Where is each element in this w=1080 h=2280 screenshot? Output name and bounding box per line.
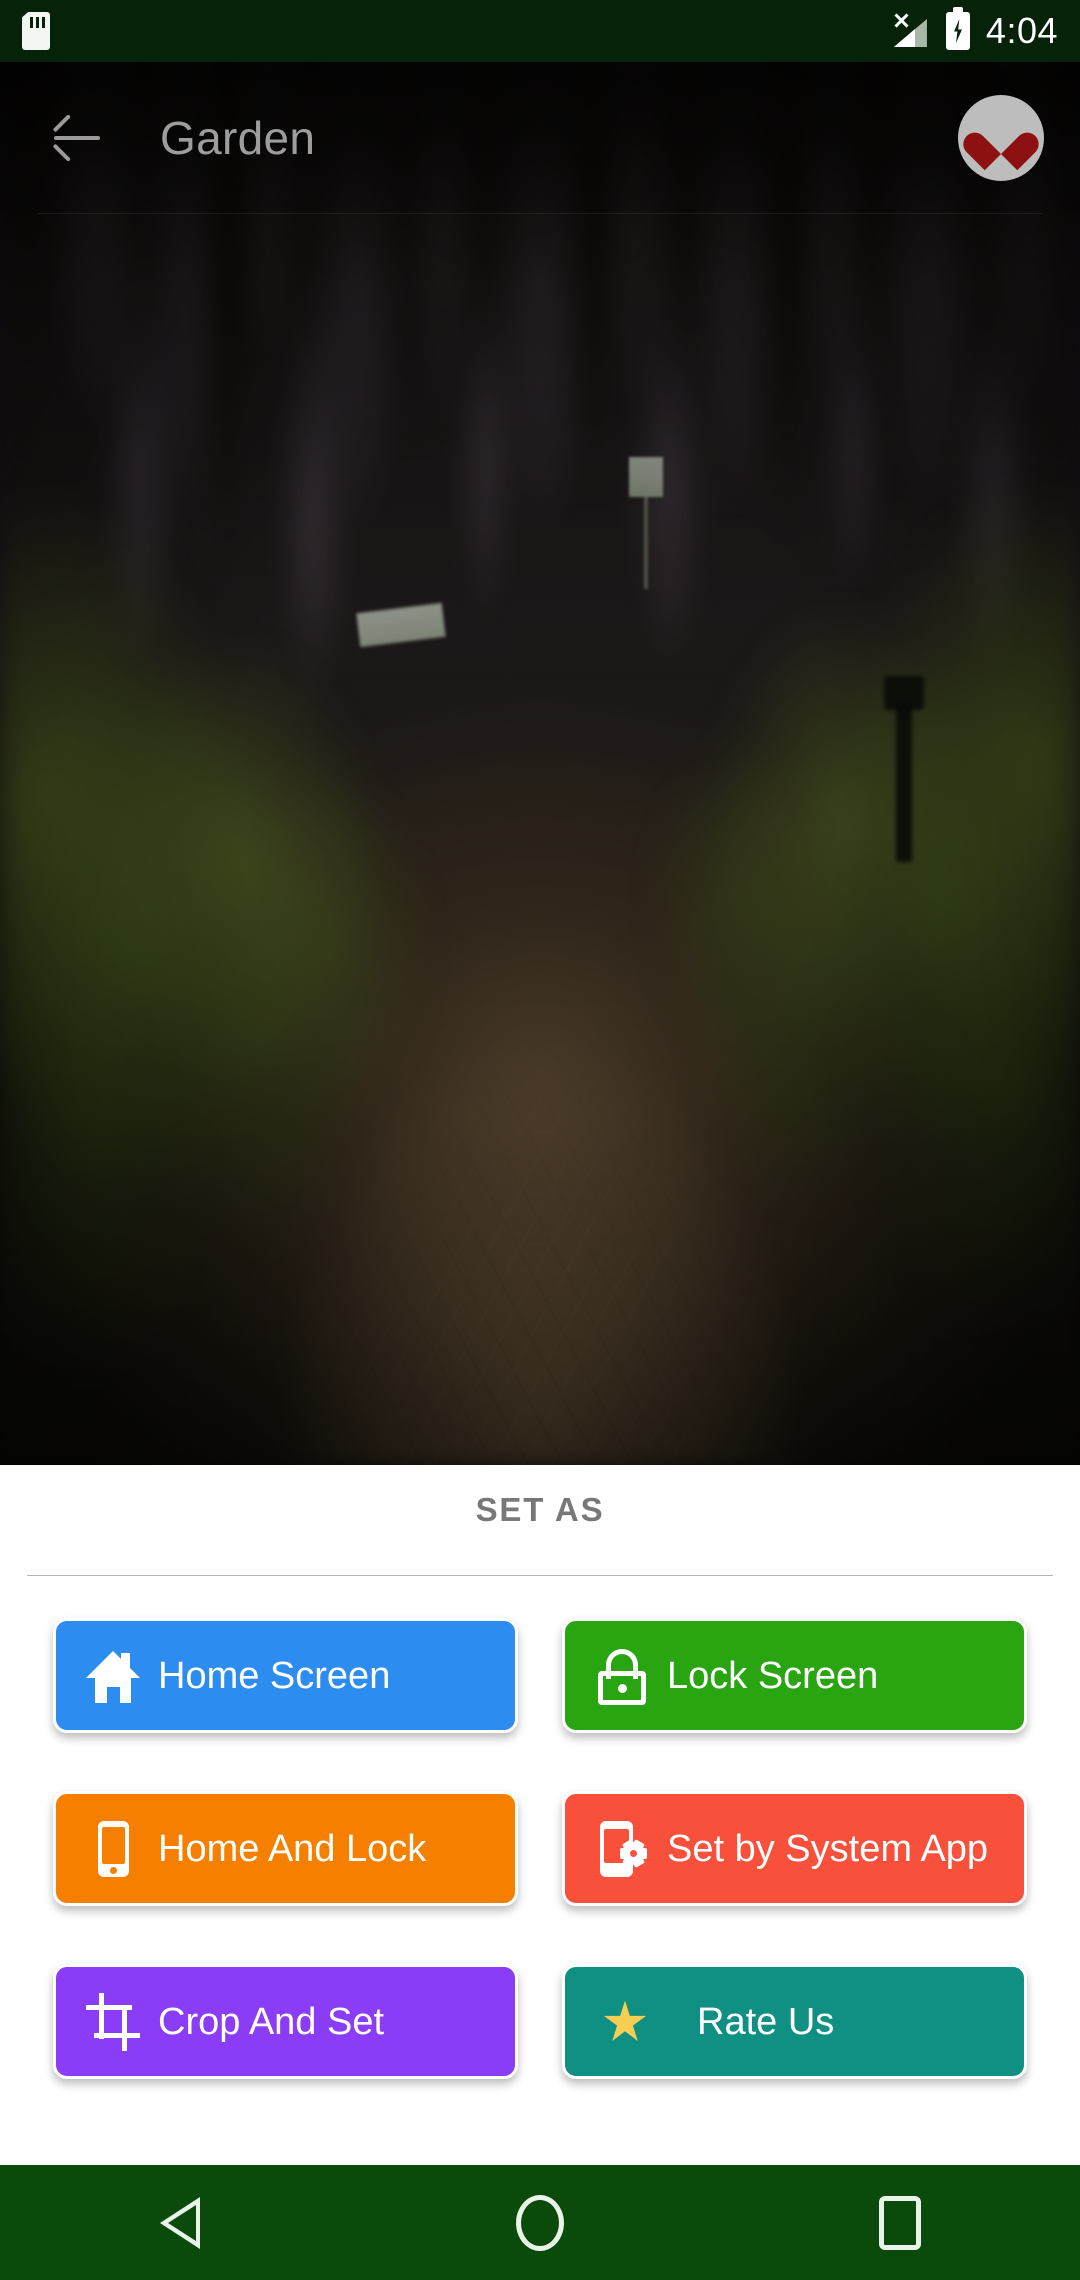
set-by-system-app-button-label: Set by System App bbox=[667, 1827, 989, 1870]
back-arrow-icon[interactable] bbox=[46, 107, 108, 169]
square-recents-icon bbox=[879, 2195, 921, 2250]
set-as-panel: SET AS Home Screen Lock Screen Home And bbox=[0, 1465, 1080, 2165]
set-by-system-app-button[interactable]: Set by System App bbox=[562, 1791, 1027, 1906]
status-bar-right: 4:04 bbox=[892, 7, 1058, 51]
smartphone-icon bbox=[86, 1820, 140, 1878]
crop-icon bbox=[86, 1992, 140, 2051]
home-and-lock-button[interactable]: Home And Lock bbox=[53, 1791, 518, 1906]
lock-screen-button-label: Lock Screen bbox=[667, 1654, 879, 1697]
panel-divider bbox=[27, 1575, 1053, 1576]
nav-back-button[interactable] bbox=[0, 2165, 360, 2280]
star-icon bbox=[601, 1993, 655, 2051]
lock-screen-button[interactable]: Lock Screen bbox=[562, 1618, 1027, 1733]
rate-us-button-label: Rate Us bbox=[697, 2000, 835, 2043]
status-bar-left bbox=[22, 12, 50, 50]
set-as-heading: SET AS bbox=[475, 1491, 605, 1528]
signal-no-service-icon bbox=[892, 12, 930, 50]
wallpaper-preview-image[interactable] bbox=[0, 62, 1080, 1465]
favorite-button[interactable] bbox=[958, 95, 1044, 181]
home-icon bbox=[86, 1647, 140, 1705]
lock-icon bbox=[595, 1647, 649, 1705]
crop-and-set-button[interactable]: Crop And Set bbox=[53, 1964, 518, 2079]
nav-recents-button[interactable] bbox=[720, 2165, 1080, 2280]
heart-icon bbox=[978, 117, 1024, 159]
sd-card-icon bbox=[22, 12, 50, 50]
nav-home-button[interactable] bbox=[360, 2165, 720, 2280]
app-screen: 4:04 Garden SET AS Home Screen Lock Scre… bbox=[0, 0, 1080, 2280]
circle-home-icon bbox=[516, 2194, 564, 2251]
battery-charging-icon bbox=[945, 7, 970, 50]
set-as-button-grid: Home Screen Lock Screen Home And Lock Se… bbox=[0, 1618, 1080, 2079]
home-and-lock-button-label: Home And Lock bbox=[158, 1827, 427, 1870]
page-title: Garden bbox=[160, 112, 316, 164]
home-screen-button[interactable]: Home Screen bbox=[53, 1618, 518, 1733]
crop-and-set-button-label: Crop And Set bbox=[158, 2000, 385, 2043]
system-navigation-bar bbox=[0, 2165, 1080, 2280]
home-screen-button-label: Home Screen bbox=[158, 1654, 391, 1697]
phone-settings-icon bbox=[595, 1820, 649, 1878]
wallpaper-vignette bbox=[0, 62, 1080, 1465]
rate-us-button[interactable]: Rate Us bbox=[562, 1964, 1027, 2079]
status-bar: 4:04 bbox=[0, 0, 1080, 62]
app-bar: Garden bbox=[0, 62, 1080, 214]
status-bar-clock: 4:04 bbox=[985, 10, 1058, 51]
triangle-back-icon bbox=[160, 2196, 200, 2249]
